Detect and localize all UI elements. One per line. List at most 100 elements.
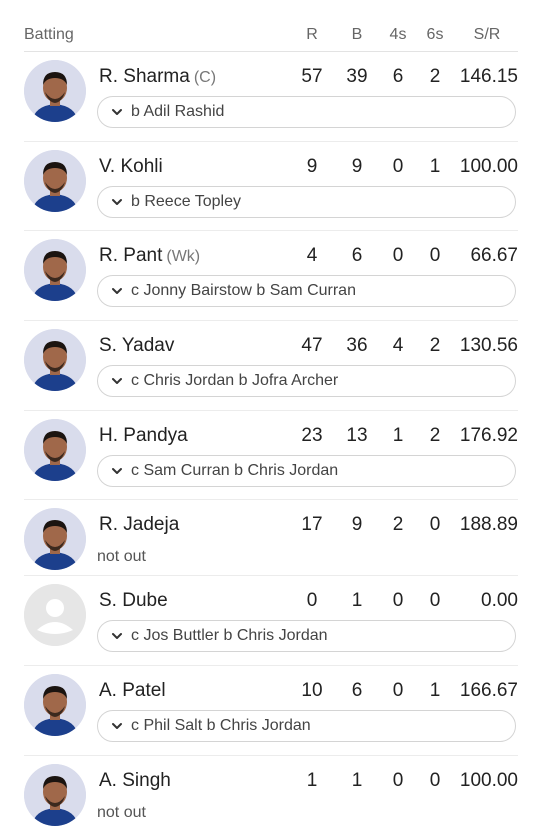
- batter-name[interactable]: R. Pant (Wk): [99, 245, 200, 267]
- header-runs: R: [306, 26, 318, 43]
- batter-row[interactable]: A. Singh 1 1 0 0 100.00 not out: [24, 756, 518, 826]
- fours-value: 0: [392, 680, 404, 701]
- sixes-value: 2: [429, 66, 441, 87]
- runs-value: 57: [301, 66, 323, 87]
- runs-value: 9: [306, 156, 318, 177]
- fours-value: 0: [392, 590, 404, 611]
- strike-rate-value: 130.56: [459, 335, 518, 356]
- fours-value: 2: [392, 514, 404, 535]
- sixes-value: 0: [429, 770, 441, 791]
- batter-name-text: R. Jadeja: [99, 514, 180, 535]
- runs-value: 1: [306, 770, 318, 791]
- batter-row[interactable]: S. Dube 0 1 0 0 0.00 c Jos Buttler b Chris Jor…: [24, 576, 518, 666]
- chevron-down-icon: [110, 374, 124, 388]
- dismissal-text: b Adil Rashid: [131, 103, 225, 120]
- chevron-down-icon: [110, 105, 124, 119]
- dismissal-text: c Jos Buttler b Chris Jordan: [131, 627, 328, 644]
- balls-value: 6: [351, 245, 363, 266]
- dismissal-dropdown[interactable]: c Phil Salt b Chris Jordan: [97, 710, 516, 742]
- dismissal-text: b Reece Topley: [131, 193, 241, 210]
- not-out-status: not out: [97, 804, 146, 821]
- balls-value: 13: [346, 425, 368, 446]
- strike-rate-value: 176.92: [459, 425, 518, 446]
- sixes-value: 0: [429, 245, 441, 266]
- batter-name[interactable]: S. Dube: [99, 590, 168, 612]
- batter-row[interactable]: V. Kohli 9 9 0 1 100.00 b Reece Topley: [24, 142, 518, 231]
- batter-row[interactable]: R. Jadeja 17 9 2 0 188.89 not out: [24, 500, 518, 576]
- sixes-value: 2: [429, 335, 441, 356]
- dismissal-dropdown[interactable]: c Chris Jordan b Jofra Archer: [97, 365, 516, 397]
- strike-rate-value: 100.00: [459, 770, 518, 791]
- runs-value: 0: [306, 590, 318, 611]
- dismissal-dropdown[interactable]: c Sam Curran b Chris Jordan: [97, 455, 516, 487]
- batter-name[interactable]: V. Kohli: [99, 156, 163, 178]
- batting-scorecard: Batting R B 4s 6s S/R R. Sharma (C) 57 39 6 2…: [24, 0, 518, 826]
- header-fours: 4s: [389, 26, 407, 43]
- batter-row[interactable]: S. Yadav 47 36 4 2 130.56 c Chris Jordan b Jof…: [24, 321, 518, 411]
- batter-name[interactable]: H. Pandya: [99, 425, 188, 447]
- batter-name[interactable]: A. Singh: [99, 770, 171, 792]
- chevron-down-icon: [110, 629, 124, 643]
- dismissal-text: c Jonny Bairstow b Sam Curran: [131, 282, 356, 299]
- balls-value: 9: [351, 156, 363, 177]
- player-avatar[interactable]: [24, 150, 86, 212]
- header-batting: Batting: [24, 26, 74, 43]
- batter-name[interactable]: R. Jadeja: [99, 514, 179, 536]
- dismissal-dropdown[interactable]: c Jonny Bairstow b Sam Curran: [97, 275, 516, 307]
- strike-rate-value: 146.15: [459, 66, 518, 87]
- header-strike-rate: S/R: [473, 26, 501, 43]
- balls-value: 39: [346, 66, 368, 87]
- fours-value: 4: [392, 335, 404, 356]
- avatar-placeholder-icon[interactable]: [24, 584, 86, 646]
- sixes-value: 1: [429, 156, 441, 177]
- batter-name-text: S. Dube: [99, 590, 168, 611]
- runs-value: 47: [301, 335, 323, 356]
- runs-value: 4: [306, 245, 318, 266]
- batter-name-text: A. Singh: [99, 770, 171, 791]
- batter-name[interactable]: R. Sharma (C): [99, 66, 216, 88]
- sixes-value: 1: [429, 680, 441, 701]
- player-avatar[interactable]: [24, 239, 86, 301]
- sixes-value: 0: [429, 514, 441, 535]
- dismissal-text: c Sam Curran b Chris Jordan: [131, 462, 339, 479]
- batter-name-text: S. Yadav: [99, 335, 175, 356]
- player-avatar[interactable]: [24, 60, 86, 122]
- fours-value: 1: [392, 425, 404, 446]
- strike-rate-value: 188.89: [459, 514, 518, 535]
- dismissal-dropdown[interactable]: b Adil Rashid: [97, 96, 516, 128]
- player-avatar[interactable]: [24, 764, 86, 826]
- fours-value: 0: [392, 770, 404, 791]
- balls-value: 36: [346, 335, 368, 356]
- chevron-down-icon: [110, 464, 124, 478]
- batter-name-text: R. Pant: [99, 245, 163, 266]
- batter-role-tag: (Wk): [166, 248, 201, 265]
- batter-row[interactable]: A. Patel 10 6 0 1 166.67 c Phil Salt b Chris J…: [24, 666, 518, 756]
- batter-name-text: A. Patel: [99, 680, 166, 701]
- batter-row[interactable]: H. Pandya 23 13 1 2 176.92 c Sam Curran b Chri…: [24, 411, 518, 500]
- balls-value: 1: [351, 590, 363, 611]
- batter-row[interactable]: R. Sharma (C) 57 39 6 2 146.15 b Adil Rashid: [24, 52, 518, 142]
- batter-row[interactable]: R. Pant (Wk) 4 6 0 0 66.67 c Jonny Bairstow b S…: [24, 231, 518, 321]
- player-avatar[interactable]: [24, 329, 86, 391]
- batter-name[interactable]: S. Yadav: [99, 335, 174, 357]
- player-avatar[interactable]: [24, 508, 86, 570]
- dismissal-text: c Phil Salt b Chris Jordan: [131, 717, 311, 734]
- header-balls: B: [351, 26, 363, 43]
- sixes-value: 0: [429, 590, 441, 611]
- player-avatar[interactable]: [24, 419, 86, 481]
- batter-name[interactable]: A. Patel: [99, 680, 166, 702]
- player-avatar[interactable]: [24, 674, 86, 736]
- runs-value: 10: [301, 680, 323, 701]
- batter-name-text: H. Pandya: [99, 425, 188, 446]
- batter-name-text: R. Sharma: [99, 66, 190, 87]
- chevron-down-icon: [110, 719, 124, 733]
- dismissal-dropdown[interactable]: c Jos Buttler b Chris Jordan: [97, 620, 516, 652]
- chevron-down-icon: [110, 284, 124, 298]
- dismissal-dropdown[interactable]: b Reece Topley: [97, 186, 516, 218]
- dismissal-text: c Chris Jordan b Jofra Archer: [131, 372, 339, 389]
- sixes-value: 2: [429, 425, 441, 446]
- balls-value: 6: [351, 680, 363, 701]
- strike-rate-value: 0.00: [481, 590, 518, 611]
- runs-value: 23: [301, 425, 323, 446]
- chevron-down-icon: [110, 195, 124, 209]
